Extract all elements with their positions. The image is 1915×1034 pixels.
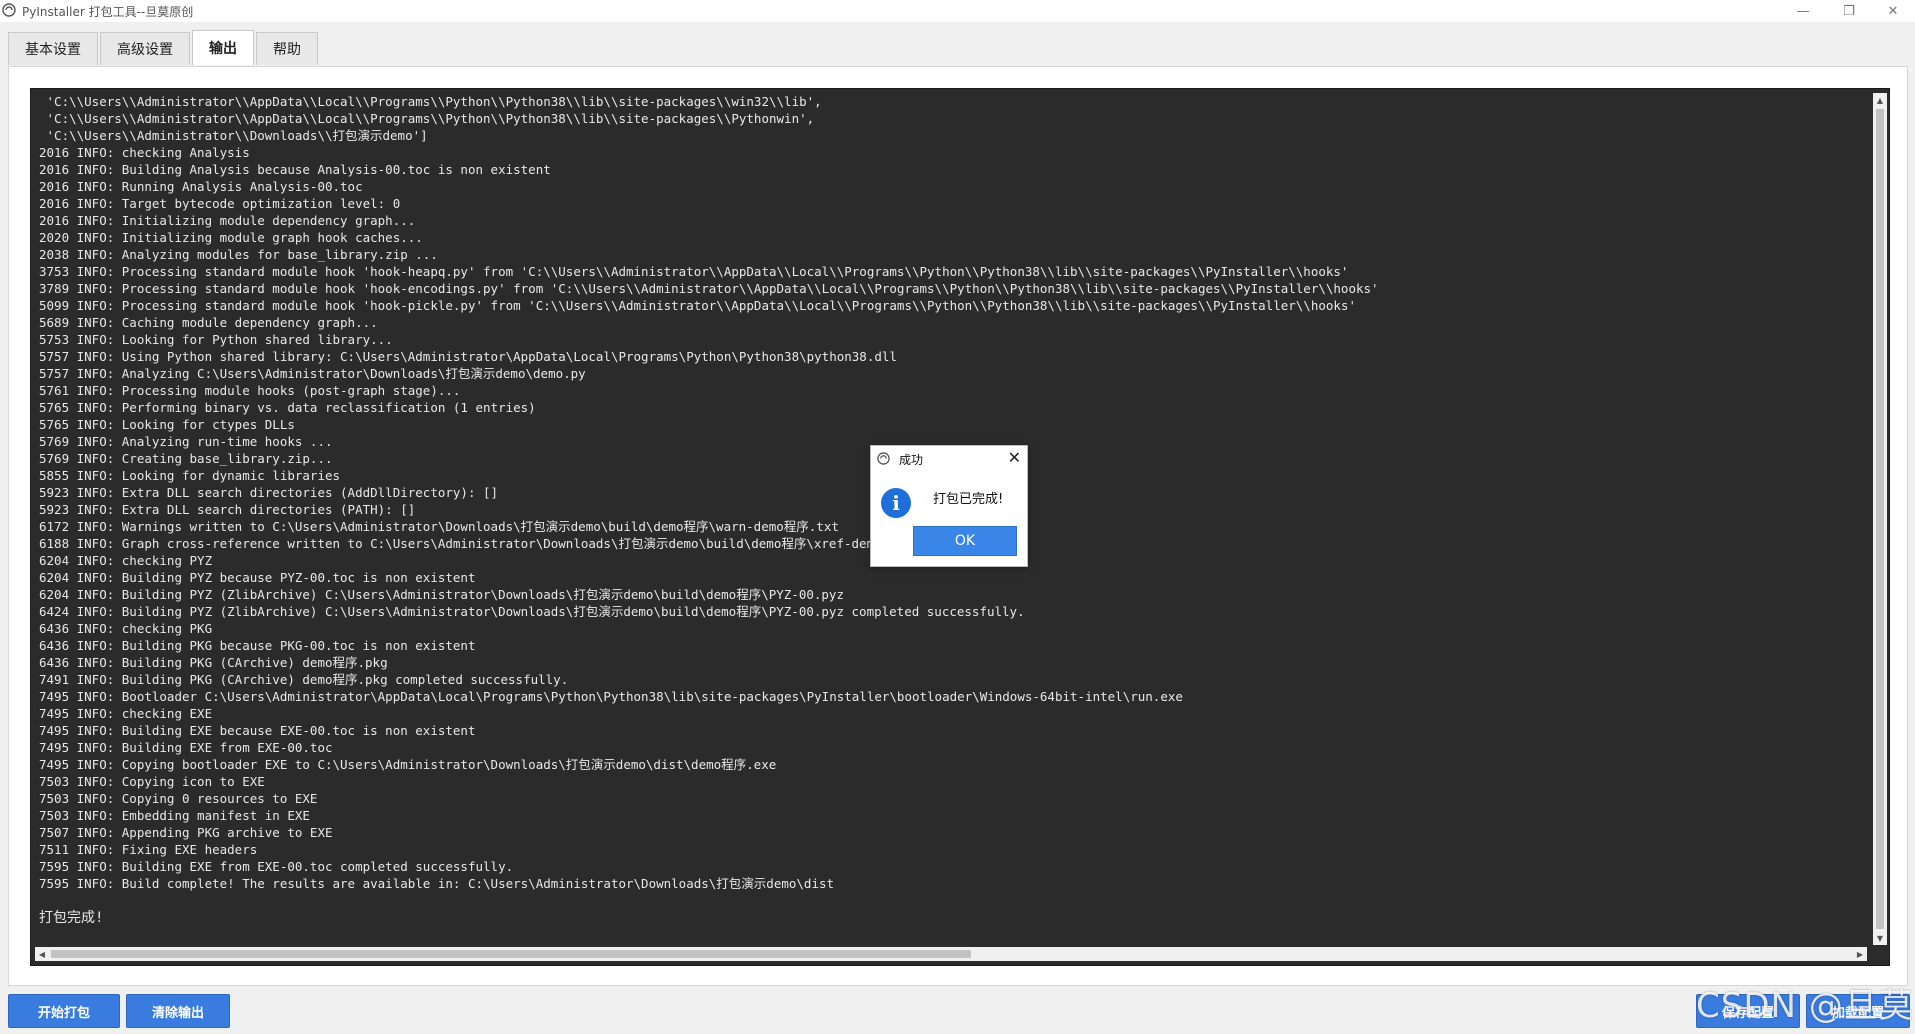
title-bar: PyInstaller 打包工具--旦莫原创 — ❐ ✕ xyxy=(0,0,1915,22)
dialog-title-bar: 成功 ✕ xyxy=(871,446,1027,470)
console-line: 2016 INFO: checking Analysis xyxy=(39,145,250,160)
console-line: 6436 INFO: Building PKG (CArchive) demo程… xyxy=(39,655,388,670)
scroll-left-icon[interactable]: ◀ xyxy=(35,947,49,961)
success-dialog: 成功 ✕ i 打包已完成! OK xyxy=(870,445,1028,567)
console-line: 6204 INFO: Building PYZ (ZlibArchive) C:… xyxy=(39,587,844,602)
console-line: 7491 INFO: Building PKG (CArchive) demo程… xyxy=(39,672,569,687)
console-line: 5761 INFO: Processing module hooks (post… xyxy=(39,383,461,398)
tab-help[interactable]: 帮助 xyxy=(256,32,318,65)
console-line: 3753 INFO: Processing standard module ho… xyxy=(39,264,1349,279)
console-line: 2038 INFO: Analyzing modules for base_li… xyxy=(39,247,438,262)
clear-output-button[interactable]: 清除输出 xyxy=(126,994,230,1028)
console-line: 5689 INFO: Caching module dependency gra… xyxy=(39,315,378,330)
horizontal-scroll-thumb[interactable] xyxy=(51,950,971,958)
ok-button[interactable]: OK xyxy=(913,526,1017,556)
close-button[interactable]: ✕ xyxy=(1871,0,1915,22)
minimize-icon: — xyxy=(1796,3,1810,19)
console-line: 7503 INFO: Copying icon to EXE xyxy=(39,774,265,789)
console-line: 5753 INFO: Looking for Python shared lib… xyxy=(39,332,393,347)
dialog-app-icon xyxy=(877,452,890,465)
console-line: 7511 INFO: Fixing EXE headers xyxy=(39,842,258,857)
console-line: 7495 INFO: Building EXE from EXE-00.toc xyxy=(39,740,333,755)
close-icon: ✕ xyxy=(1887,3,1899,19)
console-line: 6204 INFO: Building PYZ because PYZ-00.t… xyxy=(39,570,476,585)
scroll-right-icon[interactable]: ▶ xyxy=(1853,947,1867,961)
console-line: 7595 INFO: Build complete! The results a… xyxy=(39,876,835,891)
tab-bar: 基本设置 高级设置 输出 帮助 xyxy=(8,30,318,66)
console-line: 6424 INFO: Building PYZ (ZlibArchive) C:… xyxy=(39,604,1025,619)
console-line: 7495 INFO: checking EXE xyxy=(39,706,213,721)
console-line: 7503 INFO: Copying 0 resources to EXE xyxy=(39,791,318,806)
tab-basic-settings[interactable]: 基本设置 xyxy=(8,32,98,65)
scroll-down-icon[interactable]: ▼ xyxy=(1873,931,1887,945)
console-line: 5099 INFO: Processing standard module ho… xyxy=(39,298,1356,313)
pyinstaller-window: PyInstaller 打包工具--旦莫原创 — ❐ ✕ 基本设置 高级设置 输… xyxy=(0,0,1915,1034)
app-logo-icon xyxy=(2,3,16,17)
minimize-button[interactable]: — xyxy=(1781,0,1825,22)
console-line: 'C:\\Users\\Administrator\\AppData\\Loca… xyxy=(39,111,815,126)
horizontal-scrollbar[interactable]: ◀ ▶ xyxy=(35,947,1867,961)
console-line: 7495 INFO: Copying bootloader EXE to C:\… xyxy=(39,757,777,772)
console-line: 7503 INFO: Embedding manifest in EXE xyxy=(39,808,310,823)
console-line: 5765 INFO: Performing binary vs. data re… xyxy=(39,400,536,415)
window-title: PyInstaller 打包工具--旦莫原创 xyxy=(22,5,194,19)
dialog-close-icon[interactable]: ✕ xyxy=(1008,448,1021,467)
restore-icon: ❐ xyxy=(1843,3,1855,19)
dialog-title: 成功 xyxy=(899,453,924,467)
console-line: 'C:\\Users\\Administrator\\Downloads\\打包… xyxy=(39,128,428,143)
start-build-button[interactable]: 开始打包 xyxy=(8,994,120,1028)
console-line: 6436 INFO: checking PKG xyxy=(39,621,213,636)
console-line: 7595 INFO: Building EXE from EXE-00.toc … xyxy=(39,859,514,874)
console-line: 7495 INFO: Bootloader C:\Users\Administr… xyxy=(39,689,1183,704)
watermark: CSDN @旦莫 xyxy=(1696,986,1914,1026)
console-line: 2020 INFO: Initializing module graph hoo… xyxy=(39,230,423,245)
info-icon: i xyxy=(881,488,911,518)
vertical-scrollbar[interactable]: ▲ ▼ xyxy=(1873,93,1887,945)
restore-button[interactable]: ❐ xyxy=(1827,0,1871,22)
tab-output[interactable]: 输出 xyxy=(192,30,254,65)
console-line: 5757 INFO: Analyzing C:\Users\Administra… xyxy=(39,366,586,381)
console-line: 5765 INFO: Looking for ctypes DLLs xyxy=(39,417,295,432)
console-line: 6436 INFO: Building PKG because PKG-00.t… xyxy=(39,638,476,653)
console-line: 'C:\\Users\\Administrator\\AppData\\Loca… xyxy=(39,94,822,109)
console-line: 7507 INFO: Appending PKG archive to EXE xyxy=(39,825,333,840)
console-line: 2016 INFO: Building Analysis because Ana… xyxy=(39,162,551,177)
tab-advanced-settings[interactable]: 高级设置 xyxy=(100,32,190,65)
scroll-up-icon[interactable]: ▲ xyxy=(1873,93,1887,107)
console-line: 2016 INFO: Target bytecode optimization … xyxy=(39,196,401,211)
dialog-message: 打包已完成! xyxy=(933,492,1004,507)
console-line: 3789 INFO: Processing standard module ho… xyxy=(39,281,1379,296)
console-line: 2016 INFO: Initializing module dependenc… xyxy=(39,213,416,228)
console-line: 7495 INFO: Building EXE because EXE-00.t… xyxy=(39,723,476,738)
console-final-line: 打包完成! xyxy=(39,910,104,926)
console-line: 2016 INFO: Running Analysis Analysis-00.… xyxy=(39,179,363,194)
vertical-scroll-thumb[interactable] xyxy=(1876,109,1884,929)
console-line: 5757 INFO: Using Python shared library: … xyxy=(39,349,897,364)
